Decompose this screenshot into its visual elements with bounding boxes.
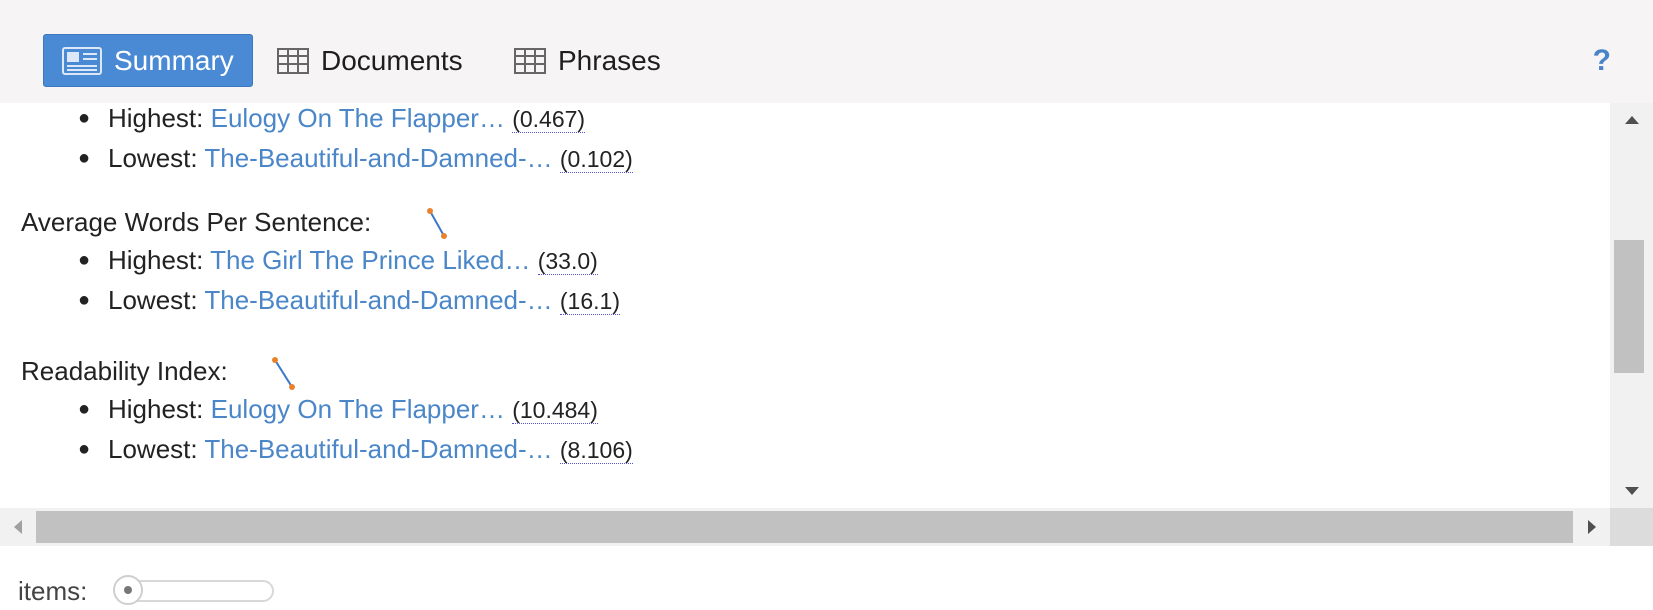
vertical-scroll-thumb[interactable] [1614, 240, 1644, 373]
bullet: ● [78, 438, 91, 460]
stat-label: Lowest: [108, 143, 198, 173]
stat-value: (0.102) [559, 146, 633, 173]
stat-lowest: Lowest: The-Beautiful-and-Damned-… (0.10… [108, 143, 633, 174]
stat-highest: Highest: The Girl The Prince Liked… (33.… [108, 245, 598, 276]
items-label: items: [18, 576, 88, 606]
document-link[interactable]: Eulogy On The Flapper… [211, 103, 505, 133]
stat-lowest: Lowest: The-Beautiful-and-Damned-… (16.1… [108, 285, 620, 316]
scroll-left-icon[interactable] [2, 508, 34, 546]
sparkline-icon [427, 208, 447, 239]
stat-value: (33.0) [537, 248, 598, 275]
scrollbar-corner [1610, 508, 1653, 546]
stat-label: Highest: [108, 103, 204, 133]
document-link[interactable]: The-Beautiful-and-Damned-… [204, 285, 552, 315]
table-icon [277, 47, 309, 74]
section-heading: Average Words Per Sentence: [21, 207, 371, 238]
tab-summary[interactable]: Summary [43, 34, 253, 87]
stat-highest: Highest: Eulogy On The Flapper… (0.467) [108, 103, 586, 134]
section-heading-label: Readability Index: [21, 356, 228, 386]
document-link[interactable]: The-Beautiful-and-Damned-… [204, 143, 552, 173]
vertical-scrollbar[interactable] [1610, 103, 1653, 508]
summary-panel: ● Highest: Eulogy On The Flapper… (0.467… [0, 103, 1610, 508]
bullet: ● [78, 107, 91, 129]
stat-label: Highest: [108, 245, 204, 275]
bullet: ● [78, 147, 91, 169]
help-icon[interactable]: ? [1593, 44, 1611, 78]
scroll-up-icon[interactable] [1610, 105, 1653, 135]
stat-label: Lowest: [108, 285, 198, 315]
table-icon [514, 47, 546, 74]
bullet: ● [78, 249, 91, 271]
stat-value: (10.484) [512, 397, 598, 424]
tab-documents[interactable]: Documents [277, 34, 463, 87]
stat-value: (8.106) [559, 437, 633, 464]
tab-phrases[interactable]: Phrases [514, 34, 661, 87]
items-slider-handle[interactable] [113, 575, 143, 605]
stat-label: Lowest: [108, 434, 198, 464]
stat-highest: Highest: Eulogy On The Flapper… (10.484) [108, 394, 598, 425]
horizontal-scrollbar[interactable] [0, 508, 1610, 546]
tab-toolbar: Summary Documents Phrases ? [0, 0, 1653, 103]
tab-documents-label: Documents [321, 44, 463, 76]
document-link[interactable]: The-Beautiful-and-Damned-… [204, 434, 552, 464]
document-link[interactable]: Eulogy On The Flapper… [211, 394, 505, 424]
horizontal-scroll-thumb[interactable] [36, 511, 1573, 543]
section-heading-label: Average Words Per Sentence: [21, 207, 372, 237]
stat-label: Highest: [108, 394, 204, 424]
document-link[interactable]: The Girl The Prince Liked… [210, 245, 530, 275]
newspaper-icon [62, 46, 102, 75]
stat-lowest: Lowest: The-Beautiful-and-Damned-… (8.10… [108, 434, 633, 465]
scroll-right-icon[interactable] [1576, 508, 1608, 546]
scroll-down-icon[interactable] [1610, 476, 1653, 506]
bullet: ● [78, 289, 91, 311]
tab-phrases-label: Phrases [558, 44, 661, 76]
bullet: ● [78, 398, 91, 420]
sparkline-icon [272, 357, 295, 390]
tab-summary-label: Summary [114, 44, 234, 76]
section-heading: Readability Index: [21, 356, 228, 387]
footer-toolbar: items: [0, 546, 1653, 610]
stat-value: (0.467) [512, 106, 586, 133]
stat-value: (16.1) [559, 288, 620, 315]
